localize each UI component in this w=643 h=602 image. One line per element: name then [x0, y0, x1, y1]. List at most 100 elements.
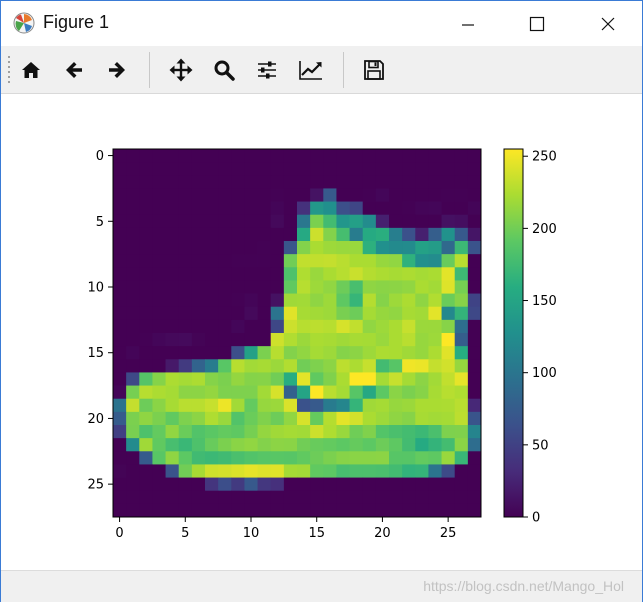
heatmap-cell: [297, 254, 311, 268]
x-tick-label: 5: [181, 526, 189, 541]
heatmap-cell: [205, 425, 219, 439]
heatmap-cell: [165, 385, 180, 400]
heatmap-cell: [244, 411, 258, 426]
heatmap-cell: [467, 254, 482, 268]
heatmap-cell: [336, 306, 350, 321]
zoom-button[interactable]: [208, 54, 240, 86]
heatmap-cell: [244, 227, 258, 242]
heatmap-cell: [165, 162, 180, 176]
heatmap-cell: [297, 319, 311, 334]
heatmap-cell: [454, 280, 469, 294]
heatmap-cell: [178, 267, 193, 281]
subplots-button[interactable]: [251, 54, 283, 86]
heatmap-cell: [126, 149, 140, 163]
heatmap-cell: [126, 319, 140, 334]
heatmap-cell: [218, 162, 232, 176]
home-button[interactable]: [15, 54, 47, 86]
heatmap-cell: [165, 293, 180, 308]
heatmap-cell: [191, 385, 206, 400]
forward-button[interactable]: [101, 54, 133, 86]
heatmap-cell: [257, 175, 272, 189]
heatmap-cell: [428, 425, 442, 439]
heatmap-cell: [257, 254, 272, 268]
heatmap-cell: [257, 398, 272, 413]
heatmap-cell: [178, 254, 193, 268]
heatmap-cell: [152, 227, 166, 242]
heatmap-cell: [415, 254, 429, 268]
heatmap-cell: [336, 267, 350, 281]
heatmap-cell: [441, 188, 456, 202]
heatmap-cell: [454, 346, 469, 360]
heatmap-cell: [467, 398, 482, 413]
heatmap-cell: [152, 372, 166, 386]
heatmap-cell: [283, 372, 298, 386]
heatmap-cell: [467, 385, 482, 400]
edit-axes-button[interactable]: [295, 54, 327, 86]
heatmap-cell: [375, 267, 390, 281]
heatmap-cell: [362, 293, 377, 308]
heatmap-cell: [270, 149, 285, 163]
back-button[interactable]: [58, 54, 90, 86]
heatmap-cell: [178, 306, 193, 321]
heatmap-cell: [454, 267, 469, 281]
heatmap-cell: [270, 175, 285, 189]
save-button[interactable]: [358, 54, 390, 86]
heatmap-cell: [310, 149, 324, 163]
heatmap-cell: [441, 241, 456, 255]
heatmap-cell: [297, 346, 311, 360]
minimize-button[interactable]: [445, 1, 491, 46]
heatmap-cell: [152, 490, 166, 505]
heatmap-cell: [178, 175, 193, 189]
heatmap-cell: [244, 201, 258, 216]
pan-button[interactable]: [165, 54, 197, 86]
heatmap-cell: [349, 398, 364, 413]
heatmap-cell: [218, 188, 232, 202]
heatmap-cell: [441, 319, 456, 334]
heatmap-cell: [349, 359, 364, 373]
title-bar[interactable]: Figure 1: [1, 1, 642, 46]
heatmap-cell: [191, 359, 206, 373]
heatmap-cell: [152, 398, 166, 413]
heatmap-cell: [402, 398, 416, 413]
heatmap-cell: [231, 503, 245, 518]
heatmap-cell: [467, 359, 482, 373]
heatmap-cell: [415, 241, 429, 255]
heatmap-cell: [283, 306, 298, 321]
heatmap-cell: [415, 503, 429, 518]
figure-canvas[interactable]: 0 0 5 5 10 10 15 15 20 20 25 25 0 50 100 150 200 250: [1, 94, 642, 570]
heatmap-cell: [349, 438, 364, 452]
heatmap-cell: [310, 333, 324, 347]
heatmap-cell: [231, 188, 245, 202]
heatmap-cell: [297, 411, 311, 426]
heatmap-cell: [152, 464, 166, 478]
heatmap-cell: [113, 175, 127, 189]
heatmap-cell: [362, 201, 377, 216]
heatmap-cell: [441, 280, 456, 294]
heatmap-cell: [139, 306, 153, 321]
heatmap-cell: [113, 254, 127, 268]
heatmap-cell: [389, 372, 403, 386]
heatmap-cell: [165, 346, 180, 360]
toolbar-grip[interactable]: [7, 54, 11, 86]
heatmap-cell: [205, 293, 219, 308]
heatmap-cell: [191, 227, 206, 242]
heatmap-cell: [441, 477, 456, 492]
colorbar-tick-label: 0: [532, 511, 540, 526]
heatmap-cell: [428, 464, 442, 478]
heatmap-cell: [362, 385, 377, 400]
heatmap-cell: [349, 188, 364, 202]
maximize-button[interactable]: [514, 1, 560, 46]
heatmap-cell: [362, 149, 377, 163]
heatmap-cell: [310, 346, 324, 360]
close-button[interactable]: [585, 1, 631, 46]
heatmap-cell: [126, 214, 140, 229]
heatmap-cell: [441, 425, 456, 439]
heatmap-cell: [441, 398, 456, 413]
heatmap-cell: [139, 385, 153, 400]
heatmap-cell: [323, 188, 337, 202]
heatmap-cell: [323, 398, 337, 413]
heatmap-cell: [362, 346, 377, 360]
heatmap-cell: [152, 175, 166, 189]
heatmap-cell: [349, 149, 364, 163]
heatmap-cell: [139, 451, 153, 465]
